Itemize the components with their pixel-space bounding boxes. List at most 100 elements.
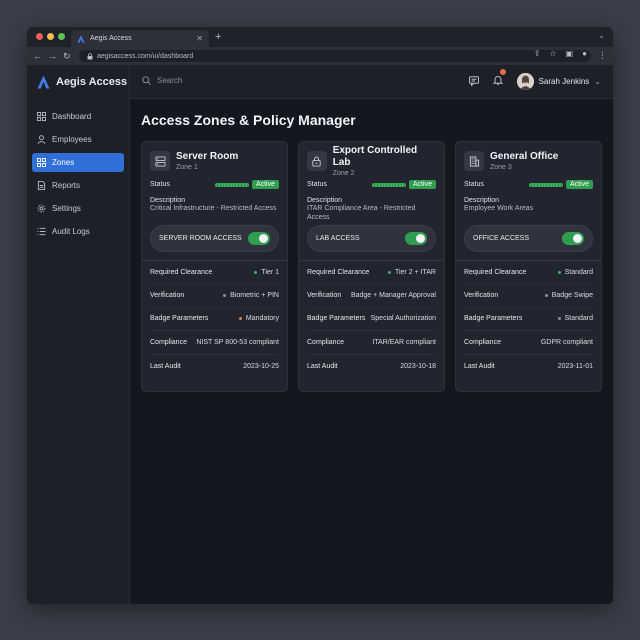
list-icon — [37, 227, 46, 236]
bookmark-star-icon[interactable]: ☆ — [549, 49, 556, 58]
office-access-toggle[interactable] — [562, 232, 584, 245]
profile-icon[interactable]: ● — [582, 49, 587, 58]
field-compliance: Compliance GDPR compliant — [464, 331, 593, 355]
field-label: Required Clearance — [464, 268, 527, 276]
status-badge: Active — [251, 180, 279, 189]
sidebar-item-dashboard[interactable]: Dashboard — [32, 107, 124, 126]
sidebar-item-label: Dashboard — [52, 112, 92, 121]
field-label: Required Clearance — [307, 268, 370, 276]
field-last-audit: Last Audit 2023-11-01 — [464, 355, 593, 378]
notifications-button[interactable] — [492, 69, 506, 90]
address-bar: ← → ↻ aegisaccess.com/ui/dashboard ⇪ ☆ ▣… — [27, 47, 613, 65]
field-label: Compliance — [150, 338, 187, 346]
side-panel-icon[interactable]: ▣ — [566, 49, 574, 58]
field-badge-parameters: Badge Parameters Standard — [464, 308, 593, 332]
sidebar-nav: Dashboard Employees Zones Reports Settin… — [27, 107, 129, 241]
verification-status-dot — [544, 294, 548, 298]
tab-list-chevron-icon[interactable]: ⌄ — [598, 31, 605, 40]
status-row: Status Active — [307, 180, 436, 189]
field-value: NIST SP 800-53 compliant — [196, 338, 279, 346]
zone-card-server-room: Server Room Zone 1 Status Active Descrip… — [141, 141, 288, 392]
field-value: 2023-10-18 — [400, 362, 436, 370]
field-label: Last Audit — [150, 362, 181, 370]
document-icon — [37, 181, 46, 190]
zone-cards: Server Room Zone 1 Status Active Descrip… — [141, 141, 602, 392]
field-label: Compliance — [464, 338, 501, 346]
minimize-window-button[interactable] — [47, 33, 54, 40]
maximize-window-button[interactable] — [58, 33, 65, 40]
browser-tab[interactable]: Aegis Access ✕ — [71, 30, 209, 47]
back-icon[interactable]: ← — [33, 50, 42, 62]
search-icon — [142, 76, 151, 85]
status-indicator-bar — [214, 182, 249, 187]
field-value: 2023-10-25 — [243, 362, 279, 370]
access-label: SERVER ROOM ACCESS — [159, 235, 242, 242]
field-verification: Verification Badge + Manager Approval — [307, 284, 436, 308]
zone-card-header: Server Room Zone 1 — [150, 150, 279, 172]
forward-icon[interactable]: → — [48, 50, 57, 62]
close-tab-icon[interactable]: ✕ — [196, 34, 203, 43]
building-icon — [469, 155, 479, 167]
share-icon[interactable]: ⇪ — [534, 49, 541, 58]
field-verification: Verification Biometric + PIN — [150, 284, 279, 308]
field-label: Verification — [464, 292, 499, 300]
status-indicator-bar — [371, 182, 406, 187]
search-box[interactable]: Search — [142, 76, 182, 85]
sidebar-item-employees[interactable]: Employees — [32, 130, 124, 149]
status-row: Status Active — [464, 180, 593, 189]
brand[interactable]: Aegis Access — [27, 65, 129, 99]
user-menu[interactable]: Sarah Jenkins ⌄ — [516, 72, 601, 90]
field-label: Last Audit — [464, 362, 495, 370]
window-controls — [36, 33, 65, 40]
grid-icon — [37, 158, 46, 167]
field-label: Badge Parameters — [150, 315, 209, 323]
field-required-clearance: Required Clearance Tier 2 + ITAR — [307, 261, 436, 285]
field-required-clearance: Required Clearance Standard — [464, 261, 593, 285]
sidebar-item-settings[interactable]: Settings — [32, 199, 124, 218]
status-label: Status — [307, 181, 327, 188]
field-last-audit: Last Audit 2023-10-18 — [307, 355, 436, 378]
site-info-icon — [87, 52, 93, 59]
grid-icon — [37, 112, 46, 121]
search-placeholder: Search — [157, 76, 183, 85]
zone-card-general-office: General Office Zone 3 Status Active Desc… — [455, 141, 602, 392]
close-window-button[interactable] — [36, 33, 43, 40]
sidebar-item-reports[interactable]: Reports — [32, 176, 124, 195]
browser-menu-icon[interactable]: ⋮ — [598, 50, 607, 61]
zone-name: Server Room — [176, 150, 239, 162]
zone-name: General Office — [490, 150, 559, 162]
url-field[interactable]: aegisaccess.com/ui/dashboard — [79, 50, 591, 62]
field-value: Biometric + PIN — [230, 292, 279, 300]
reload-icon[interactable]: ↻ — [63, 50, 71, 62]
description-label: Description — [150, 197, 186, 204]
field-badge-parameters: Badge Parameters Special Authorization — [307, 308, 436, 332]
field-label: Badge Parameters — [464, 315, 523, 323]
toggle-knob — [259, 234, 268, 243]
url-text: aegisaccess.com/ui/dashboard — [97, 52, 194, 60]
field-badge-parameters: Badge Parameters Mandatory — [150, 308, 279, 332]
sidebar-item-zones[interactable]: Zones — [32, 153, 124, 172]
field-value: ITAR/EAR compliant — [372, 338, 436, 346]
chat-icon[interactable] — [468, 76, 479, 86]
toggle-knob — [573, 234, 582, 243]
sidebar-item-audit-logs[interactable]: Audit Logs — [32, 222, 124, 241]
field-value: Badge Swipe — [551, 292, 593, 300]
zone-number: Zone 3 — [490, 163, 512, 171]
field-value: Tier 1 — [261, 268, 279, 276]
toggle-knob — [416, 234, 425, 243]
server-room-access-toggle[interactable] — [248, 232, 270, 245]
description-text: Employee Work Areas — [464, 205, 534, 212]
sidebar: Aegis Access Dashboard Employees Zones R… — [27, 65, 130, 604]
new-tab-icon[interactable]: + — [215, 30, 221, 44]
main-content: Search Sarah Jenkins ⌄ Access Zones & Po… — [130, 65, 613, 604]
status-label: Status — [464, 181, 484, 188]
chevron-down-icon: ⌄ — [594, 76, 601, 86]
status-label: Status — [150, 181, 170, 188]
lab-access-toggle[interactable] — [405, 232, 427, 245]
bell-icon — [492, 76, 504, 85]
sidebar-item-label: Settings — [52, 204, 81, 213]
field-value: Standard — [564, 315, 593, 323]
description-text: Critical Infrastructure - Restricted Acc… — [150, 205, 277, 212]
aegis-logo-icon — [77, 34, 85, 43]
description-text: ITAR Compliance Area - Restricted Access — [307, 205, 416, 221]
